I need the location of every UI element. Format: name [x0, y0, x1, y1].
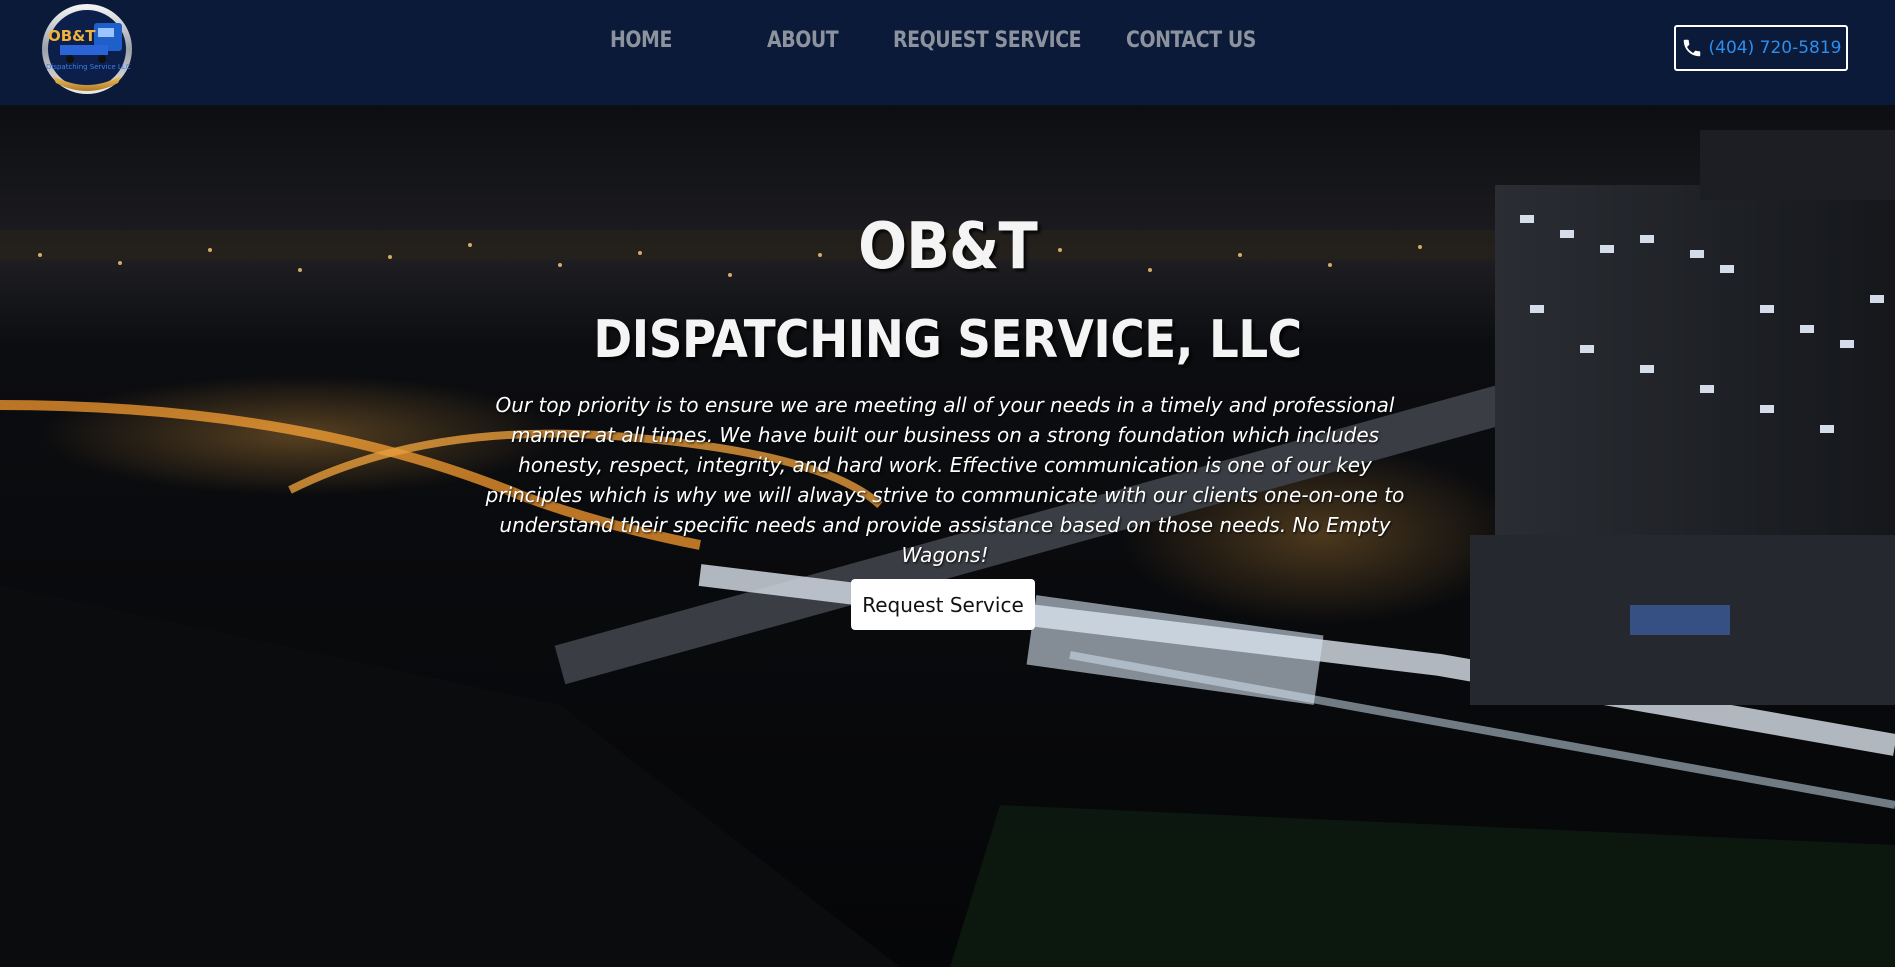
request-service-button[interactable]: Request Service — [851, 579, 1035, 630]
hero-content: OB&T DISPATCHING SERVICE, LLC Our top pr… — [0, 105, 1895, 967]
phone-icon — [1683, 39, 1700, 57]
hero-title: OB&T — [858, 210, 1038, 284]
nav-home[interactable]: HOME — [610, 28, 672, 53]
phone-number: (404) 720-5819 — [1708, 38, 1842, 58]
nav-about[interactable]: ABOUT — [767, 28, 839, 53]
site-header: OB&T Dispatching Service LLC HOME ABOUT … — [0, 0, 1895, 105]
nav-request-service[interactable]: REQUEST SERVICE — [893, 28, 1082, 53]
main-nav: HOME ABOUT REQUEST SERVICE CONTACT US — [0, 28, 1895, 58]
logo-text-sub: Dispatching Service LLC — [46, 63, 131, 71]
hero-description: Our top priority is to ensure we are mee… — [485, 393, 1405, 567]
phone-button[interactable]: (404) 720-5819 — [1674, 25, 1848, 71]
hero-subtitle: DISPATCHING SERVICE, LLC — [593, 310, 1302, 370]
nav-contact-us[interactable]: CONTACT US — [1126, 28, 1256, 53]
hero-section: OB&T DISPATCHING SERVICE, LLC Our top pr… — [0, 105, 1895, 967]
